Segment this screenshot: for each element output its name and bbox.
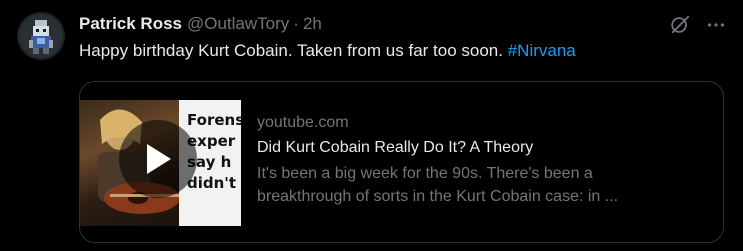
tweet-text: Happy birthday Kurt Cobain. Taken from u…	[79, 40, 576, 62]
avatar[interactable]	[17, 12, 65, 60]
user-handle[interactable]: @OutlawTory	[187, 14, 289, 34]
card-body: youtube.com Did Kurt Cobain Really Do It…	[257, 112, 709, 208]
tweet[interactable]: Patrick Ross @OutlawTory · 2h Happy birt…	[0, 0, 743, 251]
card-thumbnail[interactable]: Forens exper say h didn't d	[80, 82, 241, 242]
play-icon[interactable]	[119, 120, 197, 198]
timestamp[interactable]: 2h	[303, 14, 322, 34]
hashtag-link[interactable]: #Nirvana	[508, 41, 576, 60]
card-title[interactable]: Did Kurt Cobain Really Do It? A Theory	[257, 137, 709, 159]
tweet-actions-top	[667, 12, 729, 38]
link-card[interactable]: Forens exper say h didn't d youtube.com …	[79, 81, 724, 243]
display-name[interactable]: Patrick Ross	[79, 14, 182, 34]
grok-icon[interactable]	[667, 12, 693, 38]
thumbnail-letterbox-top	[80, 82, 241, 100]
card-description: It's been a big week for the 90s. There'…	[257, 162, 697, 208]
more-icon[interactable]	[703, 12, 729, 38]
thumbnail-letterbox-bottom	[80, 226, 241, 242]
tweet-body: Happy birthday Kurt Cobain. Taken from u…	[79, 41, 503, 60]
separator-dot: ·	[293, 14, 299, 33]
card-description-line-2: breakthrough of sorts in the Kurt Cobain…	[257, 188, 619, 205]
tweet-header: Patrick Ross @OutlawTory · 2h	[79, 12, 322, 36]
card-domain: youtube.com	[257, 114, 349, 131]
card-description-line-1: It's been a big week for the 90s. There'…	[257, 165, 593, 182]
